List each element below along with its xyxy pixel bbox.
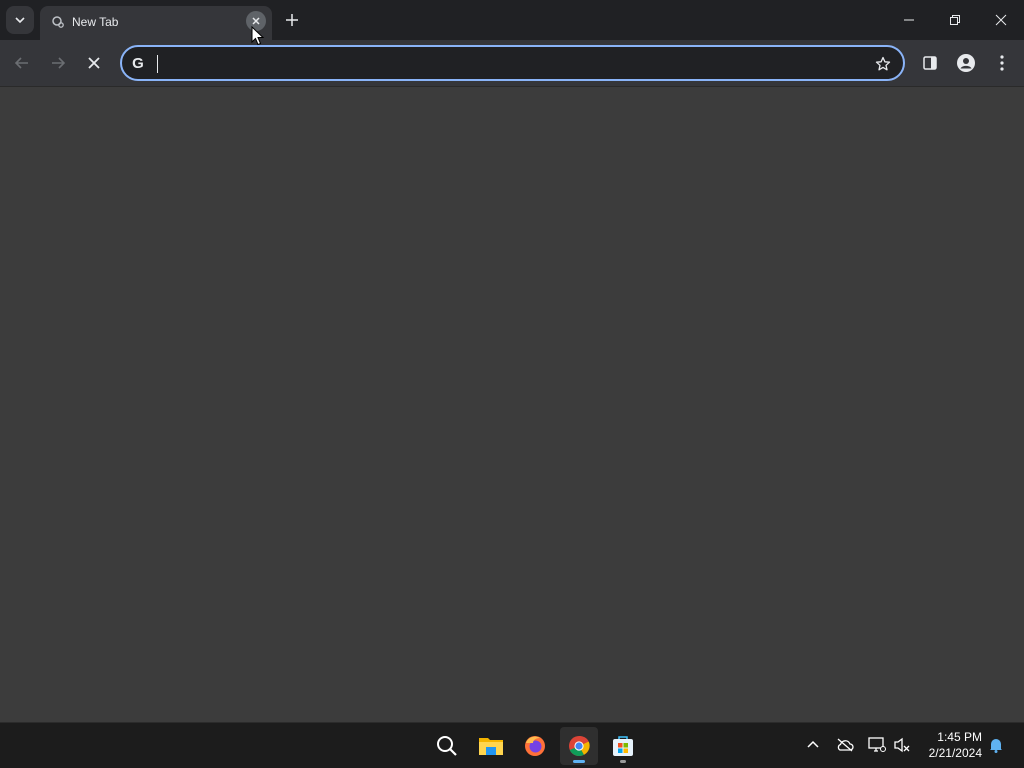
taskbar: 1:45 PM 2/21/2024 bbox=[0, 722, 1024, 768]
new-tab-button[interactable] bbox=[280, 8, 304, 32]
running-indicator bbox=[620, 760, 626, 763]
volume-muted-icon bbox=[894, 737, 910, 753]
menu-button[interactable] bbox=[986, 47, 1018, 79]
arrow-left-icon bbox=[14, 57, 28, 69]
plus-icon bbox=[286, 14, 298, 26]
chevron-up-icon bbox=[807, 740, 819, 748]
tab-title: New Tab bbox=[72, 15, 119, 29]
clock-date: 2/21/2024 bbox=[928, 746, 982, 760]
bookmark-button[interactable] bbox=[873, 54, 893, 74]
address-input[interactable] bbox=[156, 51, 856, 75]
minimize-icon bbox=[904, 19, 914, 21]
search-icon bbox=[437, 736, 457, 756]
chevron-down-icon bbox=[15, 17, 25, 24]
close-icon bbox=[88, 57, 100, 69]
profile-button[interactable] bbox=[950, 47, 982, 79]
profile-icon bbox=[957, 54, 975, 72]
close-icon bbox=[252, 17, 260, 25]
network-icon bbox=[868, 737, 886, 752]
google-icon: G bbox=[132, 54, 144, 72]
arrow-right-icon bbox=[52, 57, 66, 69]
taskbar-microsoft-store[interactable] bbox=[604, 727, 642, 765]
tab-search-button[interactable] bbox=[6, 6, 34, 34]
close-window-button[interactable] bbox=[978, 0, 1024, 40]
volume-tray-icon[interactable] bbox=[892, 735, 912, 755]
stop-loading-button[interactable] bbox=[78, 47, 110, 79]
clock-time: 1:45 PM bbox=[937, 730, 982, 744]
text-caret bbox=[157, 55, 158, 73]
close-icon bbox=[995, 14, 1007, 26]
notifications-button[interactable] bbox=[986, 735, 1006, 755]
cloud-off-icon bbox=[837, 738, 854, 752]
folder-icon bbox=[479, 738, 503, 755]
loading-icon bbox=[52, 16, 64, 28]
taskbar-firefox[interactable] bbox=[516, 727, 554, 765]
show-hidden-icons-button[interactable] bbox=[803, 735, 823, 755]
tab-new-tab[interactable]: New Tab bbox=[40, 6, 272, 40]
firefox-icon bbox=[525, 736, 545, 756]
title-bar: New Tab bbox=[0, 0, 1024, 40]
onedrive-tray-icon[interactable] bbox=[835, 735, 855, 755]
mouse-cursor-icon bbox=[251, 26, 265, 46]
address-bar[interactable]: G bbox=[120, 45, 905, 81]
minimize-button[interactable] bbox=[886, 0, 932, 40]
side-panel-icon bbox=[923, 56, 937, 70]
system-clock[interactable]: 1:45 PM 2/21/2024 bbox=[929, 729, 982, 761]
active-indicator bbox=[573, 760, 585, 763]
restore-icon bbox=[950, 15, 960, 25]
store-icon bbox=[613, 736, 633, 756]
side-panel-button[interactable] bbox=[914, 47, 946, 79]
browser-toolbar: G bbox=[0, 40, 1024, 86]
network-tray-icon[interactable] bbox=[867, 735, 887, 755]
taskbar-file-explorer[interactable] bbox=[472, 727, 510, 765]
page-content bbox=[0, 86, 1024, 722]
restore-button[interactable] bbox=[932, 0, 978, 40]
star-icon bbox=[875, 56, 891, 71]
forward-button[interactable] bbox=[42, 47, 74, 79]
chrome-icon bbox=[569, 735, 590, 757]
taskbar-search[interactable] bbox=[428, 727, 466, 765]
bell-icon bbox=[990, 739, 1002, 753]
kebab-icon bbox=[1000, 55, 1004, 71]
taskbar-chrome[interactable] bbox=[560, 727, 598, 765]
back-button[interactable] bbox=[6, 47, 38, 79]
